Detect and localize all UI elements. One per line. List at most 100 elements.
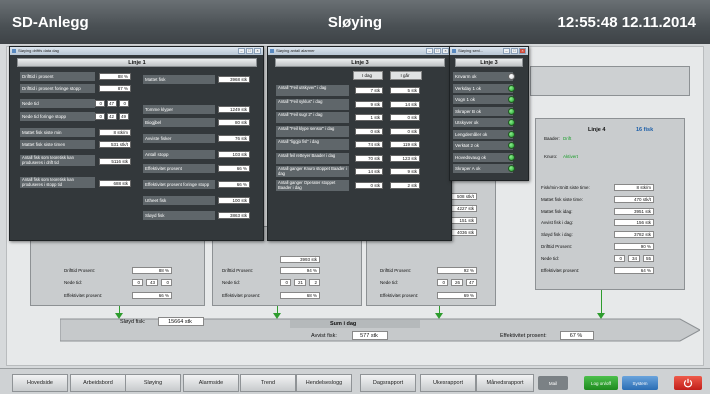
minimize-icon[interactable]: – [238, 48, 245, 54]
alarm-col-today: I dag [353, 71, 383, 80]
alarm-yesterday-value: 9 stk [390, 168, 420, 175]
close-icon[interactable]: × [254, 48, 261, 54]
maximize-icon[interactable]: □ [434, 48, 441, 54]
alarm-yesterday-value: 14 stk [390, 100, 420, 108]
p1-uptime-label: Drifttid Prosent: [64, 268, 96, 273]
p4-row-label: Fisk/min-Snitt siste time: [541, 185, 590, 190]
p4-row-value: 470 stk/t [614, 195, 654, 203]
p3-downtime-s: 47 [466, 279, 477, 286]
alarm-yesterday-value: 119 stk [390, 141, 420, 148]
system-button[interactable]: System [622, 376, 658, 390]
p1-efficiency-value: 66 % [132, 292, 172, 299]
p1-downtime-m: 43 [146, 279, 158, 286]
maximize-icon[interactable]: □ [246, 48, 253, 54]
sensor-panel-title: Linje 3 [455, 58, 523, 67]
sensor-label: Knvarm ok [453, 72, 513, 81]
p4-row-label: Mattet fisk siste time: [541, 196, 584, 202]
p3-uptime-label: Drifttid Prosent: [380, 268, 412, 273]
drift-right-value: 80 stk [218, 119, 250, 126]
alarm-today-value: 0 stk [355, 181, 383, 189]
power-button[interactable] [674, 376, 702, 390]
status-led-icon [508, 130, 515, 138]
p1-efficiency-label: Effektivitet prosent: [64, 293, 103, 298]
p1-uptime-value: 88 % [132, 267, 172, 274]
drift-right-value: 66 % [218, 165, 250, 172]
nav-button[interactable]: Alarmside [183, 374, 239, 392]
minimize-icon[interactable]: – [503, 48, 510, 54]
drift-right-value: 103 stk [218, 151, 250, 158]
nav-button[interactable]: Trend [240, 374, 296, 392]
p4-knuro-label: Knuro: [544, 154, 558, 159]
drift-right-value: 3968 stk [218, 76, 250, 83]
nav-button[interactable]: Månedsrapport [476, 374, 534, 392]
drift-left-value: 8 stk/m [99, 129, 131, 136]
p4-row-value: 90 % [614, 243, 654, 250]
alarm-today-value: 9 stk [355, 100, 383, 108]
nav-button[interactable]: Arbeidsbord [70, 374, 126, 392]
alarm-window-titlebar[interactable]: Sløying antall alarmer – □ × [268, 47, 451, 55]
p4-row-value: 3782 stk [614, 231, 654, 239]
app-header: SD-Anlegg Sløying 12:55:48 12.11.2014 [0, 0, 710, 44]
p2-downtime-m: 21 [294, 279, 306, 286]
alarm-row-label: Antall "Feil sugr 2" i dag [276, 112, 349, 123]
maximize-icon[interactable]: □ [511, 48, 518, 54]
drift-right-value: 1249 stk [218, 106, 250, 113]
p3-downtime-h: 0 [437, 279, 448, 286]
status-led-icon [508, 96, 515, 103]
power-icon [683, 378, 693, 388]
close-icon[interactable]: × [519, 48, 526, 54]
drift-left-value: 531 stk/t [99, 141, 131, 148]
p4-row-value: 156 stk [614, 219, 654, 227]
drift-right-label: Mattet fisk [143, 75, 215, 84]
p4-downtime-s: 55 [643, 255, 654, 262]
drift-left-time: 0 [95, 100, 105, 107]
nav-button[interactable]: Hendelseslogg [296, 374, 352, 392]
sensor-window-titlebar[interactable]: Sløying seni... – □ × [450, 47, 528, 55]
sum-title: Sum i dag [330, 321, 357, 327]
alarm-row-label: Antall "liggjo fisl" i dag [276, 139, 349, 150]
p2-downtime-h: 0 [280, 279, 291, 286]
sum-efficiency-label: Effektivitet prosent: [500, 333, 547, 339]
sensor-label: Hovedsvaug ok [453, 152, 513, 162]
conveyor-top [530, 66, 690, 96]
sum-gutted-value: 15664 stk [158, 317, 204, 326]
drift-right-label: Sløyd fisk [143, 211, 215, 220]
nav-button[interactable]: Dagsrapport [360, 374, 416, 392]
drift-right-value: 66 % [218, 181, 250, 188]
line-4-panel[interactable] [535, 118, 685, 290]
p2-count-value: 3993 stk [280, 256, 320, 263]
alarm-panel-title: Linje 3 [275, 58, 445, 67]
drift-left-label: Nede tid [20, 99, 95, 108]
alarm-row-label: Antall "Feil utskyver" i dag [276, 85, 349, 96]
nav-button[interactable]: Ukesrapport [420, 374, 476, 392]
alarm-today-value: 0 stk [355, 127, 383, 135]
drift-left-time: 0 [119, 100, 129, 107]
p4-baader-label: Baader: [544, 136, 560, 141]
drift-window-title: Sløying driftfs data dag [18, 48, 59, 53]
close-icon[interactable]: × [442, 48, 449, 54]
alarm-today-value: 74 stk [355, 141, 383, 148]
p4-row-label: Mattet fisk idag: [541, 208, 573, 214]
p4-efficiency-label: Effektivitet prosent: [541, 268, 580, 273]
p3-efficiency-value: 69 % [437, 292, 477, 299]
mail-button[interactable]: Mail [538, 376, 568, 390]
p3-downtime-m: 26 [451, 279, 463, 286]
window-icon [12, 49, 16, 53]
alarm-row-label: Antall ganger Knuro stoppet Baader i dag [276, 166, 349, 177]
status-led-icon [508, 153, 515, 161]
nav-button[interactable]: Sløying [125, 374, 181, 392]
p1-downtime-s: 0 [161, 279, 172, 286]
minimize-icon[interactable]: – [426, 48, 433, 54]
drift-window-titlebar[interactable]: Sløying driftfs data dag – □ × [10, 47, 263, 55]
logon-button[interactable]: Log on/off [584, 376, 618, 390]
p4-downtime-label: Nede tid: [541, 256, 560, 261]
drift-right-value: 76 stk [218, 135, 250, 142]
p4-title: Linje 4 [588, 127, 606, 133]
p1-downtime-h: 0 [132, 279, 143, 286]
drift-right-label: Biogjbel [143, 118, 215, 127]
nav-button[interactable]: Hovedside [12, 374, 68, 392]
drift-left-label: Mattet fisk siste timen [20, 140, 95, 149]
drift-left-value: 88 % [99, 73, 131, 80]
p3-uptime-value: 92 % [437, 267, 477, 274]
sum-rejected-label: Avvist fisk: [311, 333, 337, 339]
